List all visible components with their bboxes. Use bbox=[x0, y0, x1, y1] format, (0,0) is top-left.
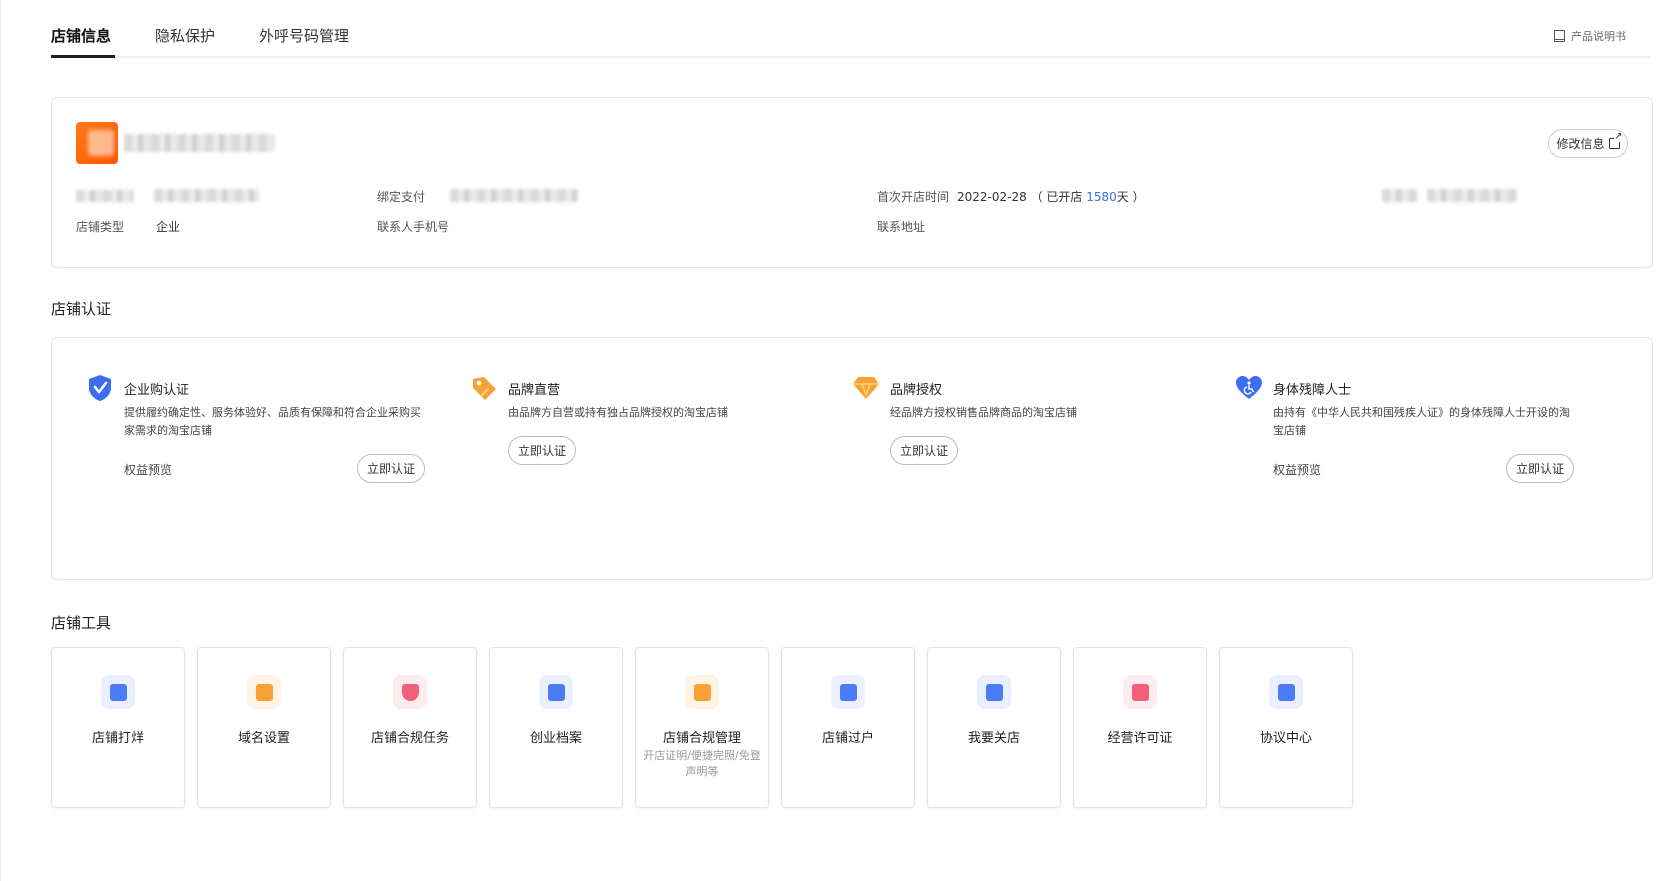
bound-pay-value-redacted bbox=[450, 189, 578, 202]
heart-accessibility-icon bbox=[1235, 374, 1263, 402]
cert-title: 身体残障人士 bbox=[1273, 382, 1352, 398]
certify-now-button[interactable]: 立即认证 bbox=[1506, 454, 1575, 483]
transfer-icon bbox=[831, 675, 865, 709]
product-manual-link[interactable]: 产品说明书 bbox=[1554, 28, 1626, 44]
certify-now-button[interactable]: 立即认证 bbox=[357, 454, 426, 483]
open-days-suffix: 天 ） bbox=[1116, 190, 1145, 204]
contact-address-label: 联系地址 bbox=[877, 220, 926, 234]
tool-label: 协议中心 bbox=[1259, 731, 1312, 746]
cert-item-disability: 身体残障人士 由持有《中华人民共和国残疾人证》的身体残障人士开设的淘宝店铺 权益… bbox=[1235, 374, 1575, 483]
tab-privacy[interactable]: 隐私保护 bbox=[155, 25, 215, 46]
tool-shop-transfer[interactable]: 店铺过户 bbox=[781, 647, 915, 808]
edit-info-button[interactable]: 修改信息 bbox=[1548, 129, 1628, 158]
perk-preview-link[interactable]: 权益预览 bbox=[1273, 461, 1321, 478]
cert-desc: 由品牌方自营或持有独占品牌授权的淘宝店铺 bbox=[508, 406, 728, 419]
tab-bar: 店铺信息 隐私保护 外呼号码管理 产品说明书 bbox=[51, 22, 1651, 58]
tool-agreement-center[interactable]: 协议中心 bbox=[1219, 647, 1353, 808]
tool-compliance-tasks[interactable]: 店铺合规任务 bbox=[343, 647, 477, 808]
open-time-value: 2022-02-28 （ 已开店 1580天 ） bbox=[957, 188, 1145, 205]
open-days-count: 1580 bbox=[1086, 190, 1117, 204]
tool-label: 店铺合规管理 bbox=[662, 731, 741, 746]
cert-title: 品牌直营 bbox=[508, 382, 561, 398]
shop-logo bbox=[76, 122, 118, 164]
cert-desc: 由持有《中华人民共和国残疾人证》的身体残障人士开设的淘宝店铺 bbox=[1273, 406, 1570, 437]
field-label-redacted-2 bbox=[1382, 189, 1417, 202]
tool-label: 创业档案 bbox=[529, 731, 582, 746]
diamond-icon bbox=[852, 374, 880, 402]
book-icon bbox=[1554, 30, 1565, 42]
shop-type-value: 企业 bbox=[156, 220, 181, 234]
tool-compliance-management[interactable]: 店铺合规管理 开店证明/便捷完照/免登声明等 bbox=[635, 647, 769, 808]
cert-item-enterprise: 企业购认证 提供履约确定性、服务体验好、品质有保障和符合企业采购买家需求的淘宝店… bbox=[86, 374, 426, 483]
field-value-redacted-2 bbox=[1427, 189, 1517, 202]
open-time-label: 首次开店时间 bbox=[877, 190, 950, 204]
tool-domain-settings[interactable]: 域名设置 bbox=[197, 647, 331, 808]
shop-close-icon bbox=[101, 675, 135, 709]
shield-search-icon bbox=[393, 675, 427, 709]
tool-sublabel: 开店证明/便捷完照/免登声明等 bbox=[643, 749, 761, 778]
cert-desc: 提供履约确定性、服务体验好、品质有保障和符合企业采购买家需求的淘宝店铺 bbox=[124, 406, 421, 437]
active-tab-indicator bbox=[51, 55, 115, 58]
tool-label: 域名设置 bbox=[237, 731, 290, 746]
external-link-icon bbox=[1608, 132, 1623, 149]
tool-close-shop[interactable]: 我要关店 bbox=[927, 647, 1061, 808]
tab-outbound-numbers[interactable]: 外呼号码管理 bbox=[259, 25, 349, 46]
tool-startup-archive[interactable]: 创业档案 bbox=[489, 647, 623, 808]
product-manual-label: 产品说明书 bbox=[1571, 30, 1626, 43]
shop-type-label: 店铺类型 bbox=[76, 220, 125, 234]
tool-business-license[interactable]: 经营许可证 bbox=[1073, 647, 1207, 808]
bound-pay-label: 绑定支付 bbox=[377, 190, 426, 204]
close-shop-icon bbox=[977, 675, 1011, 709]
cert-item-brand-direct: 品牌直营 由品牌方自营或持有独占品牌授权的淘宝店铺 立即认证 bbox=[470, 374, 810, 465]
tool-label: 店铺打烊 bbox=[91, 731, 144, 746]
cert-title: 品牌授权 bbox=[890, 382, 943, 398]
open-days-prefix: （ 已开店 bbox=[1030, 190, 1087, 204]
cert-item-brand-authorized: 品牌授权 经品牌方授权销售品牌商品的淘宝店铺 立即认证 bbox=[852, 374, 1192, 465]
archive-icon bbox=[539, 675, 573, 709]
perk-preview-link[interactable]: 权益预览 bbox=[124, 461, 172, 478]
shop-info-card: 修改信息 绑定支付 首次开店时间 2022-02-28 （ 已开店 1580天 … bbox=[51, 97, 1653, 268]
certify-now-button[interactable]: 立即认证 bbox=[508, 436, 577, 465]
tool-label: 店铺合规任务 bbox=[370, 731, 449, 746]
compliance-doc-icon bbox=[685, 675, 719, 709]
open-date: 2022-02-28 bbox=[957, 190, 1027, 204]
cert-section-title: 店铺认证 bbox=[51, 300, 112, 318]
tool-label: 店铺过户 bbox=[821, 731, 874, 746]
page-frame: 店铺信息 隐私保护 外呼号码管理 产品说明书 修改信息 绑定支付 首次开店时间 … bbox=[0, 0, 1679, 881]
domain-icon bbox=[247, 675, 281, 709]
tag-icon bbox=[470, 374, 498, 402]
certify-now-button[interactable]: 立即认证 bbox=[890, 436, 959, 465]
tool-shop-close-temporarily[interactable]: 店铺打烊 bbox=[51, 647, 185, 808]
cert-desc: 经品牌方授权销售品牌商品的淘宝店铺 bbox=[890, 406, 1077, 419]
tool-label: 我要关店 bbox=[967, 731, 1020, 746]
field-value-redacted bbox=[154, 189, 259, 202]
agreement-icon bbox=[1269, 675, 1303, 709]
cert-title: 企业购认证 bbox=[124, 382, 190, 398]
contact-phone-label: 联系人手机号 bbox=[377, 220, 450, 234]
cert-card: 企业购认证 提供履约确定性、服务体验好、品质有保障和符合企业采购买家需求的淘宝店… bbox=[51, 337, 1653, 580]
shield-check-icon bbox=[86, 374, 114, 402]
edit-info-label: 修改信息 bbox=[1556, 137, 1605, 151]
tools-section-title: 店铺工具 bbox=[51, 614, 112, 632]
field-label-redacted bbox=[76, 190, 134, 202]
tool-label: 经营许可证 bbox=[1107, 731, 1173, 746]
shop-name-redacted bbox=[124, 134, 274, 152]
license-icon bbox=[1123, 675, 1157, 709]
tab-shop-info[interactable]: 店铺信息 bbox=[51, 25, 111, 46]
